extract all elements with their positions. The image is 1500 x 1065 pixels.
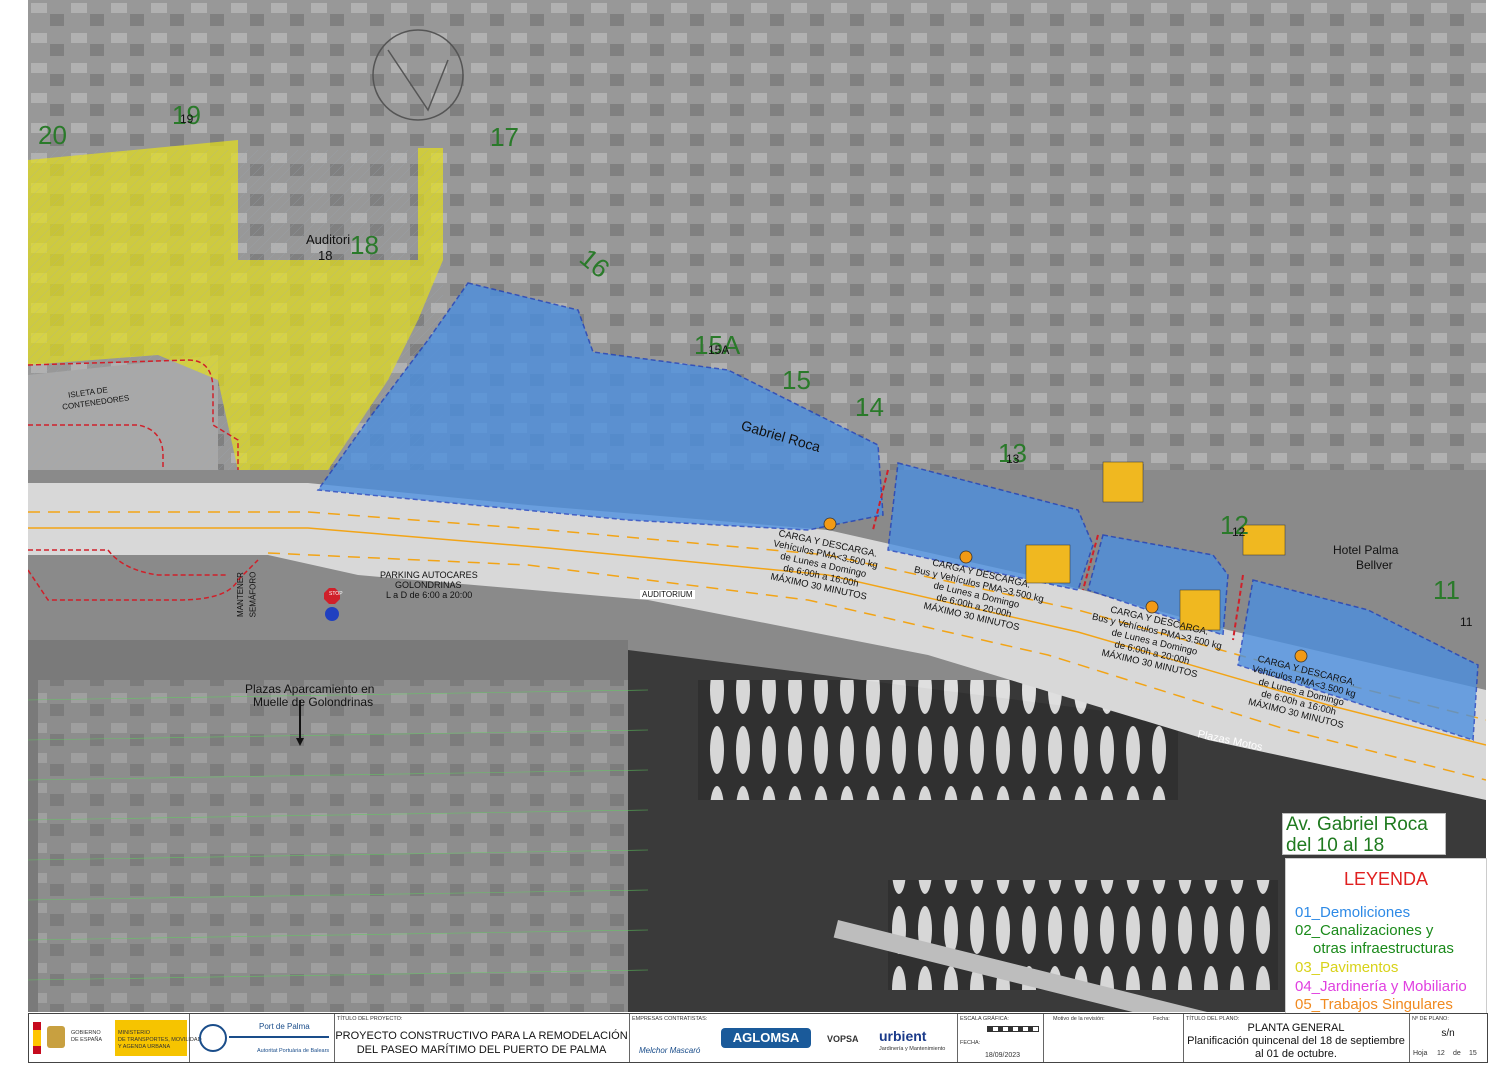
revision-cell: Motivo de la revisión: Fecha:: [1043, 1014, 1184, 1062]
gob-line-1: GOBIERNO: [71, 1030, 101, 1036]
street-name-line-1: Av. Gabriel Roca: [1286, 814, 1428, 835]
map-canvas: [28, 0, 1486, 1012]
label-semaforo-1: SEMÁFORO: [248, 571, 258, 618]
sheet-label: Hoja: [1413, 1050, 1428, 1057]
direction-sign-1: [1102, 461, 1144, 503]
port-logo-icon: [199, 1024, 227, 1052]
plan-title-line-3: al 01 de octubre.: [1255, 1048, 1337, 1060]
port-name: Port de Palma: [259, 1022, 310, 1031]
info-icon-3: [1145, 600, 1159, 614]
gov-cell: GOBIERNO DE ESPAÑA MINISTERIO DE TRANSPO…: [29, 1014, 202, 1062]
plan-number-value: s/n: [1441, 1028, 1455, 1039]
min-line-1: MINISTERIO: [118, 1030, 151, 1036]
contractor-vopsa: VOPSA: [827, 1034, 859, 1044]
legend-item-canalizaciones: 02_Canalizaciones y: [1295, 922, 1434, 939]
legend-item-pavimentos: 03_Pavimentos: [1295, 959, 1399, 976]
block-number-17: 17: [490, 122, 519, 152]
scale-bar: [987, 1026, 1039, 1032]
label-plazas-1: Plazas Aparcamiento en: [245, 682, 375, 696]
legend-item-jardineria: 04_Jardinería y Mobiliario: [1295, 978, 1467, 995]
label-stop: STOP: [329, 591, 343, 597]
info-icon-1: [823, 517, 837, 531]
legend: LEYENDA 01_Demoliciones 02_Canalizacione…: [1285, 858, 1487, 1014]
block-number-18: 18: [350, 230, 379, 260]
scale-cell: ESCALA GRÁFICA: FECHA: 18/09/2023: [957, 1014, 1044, 1062]
label-plazas-2: Muelle de Golondrinas: [253, 695, 374, 709]
contractors-cell: EMPRESAS CONTRATISTAS: Melchor Mascaró A…: [629, 1014, 958, 1062]
coat-of-arms-icon: [47, 1026, 65, 1048]
ministry-panel: MINISTERIO DE TRANSPORTES, MOVILIDAD Y A…: [115, 1020, 202, 1056]
contractor-urbient-sub: Jardinería y Mantenimiento: [879, 1046, 946, 1052]
revision-date-label: Fecha:: [1153, 1016, 1170, 1022]
label-semaforo-2: MANTENER: [235, 572, 245, 617]
spain-flag-icon: [33, 1022, 41, 1054]
block-sub-13: 13: [1006, 452, 1020, 466]
port-cell: Port de Palma Autoritat Portuària de Bal…: [189, 1014, 335, 1062]
dock-lots: [38, 680, 628, 1012]
legend-title: LEYENDA: [1343, 869, 1429, 889]
block-number-14: 14: [855, 392, 884, 422]
gob-line-2: DE ESPAÑA: [71, 1037, 103, 1043]
label-auditorium-sign: AUDITORIUM: [640, 590, 695, 599]
contractor-aglomsa: AGLOMSA: [721, 1028, 811, 1048]
direction-sign-4: [1242, 524, 1286, 556]
legend-item-demoliciones: 01_Demoliciones: [1295, 904, 1411, 921]
block-sub-12: 12: [1232, 525, 1246, 539]
info-icon-2: [959, 550, 973, 564]
direction-sign-2: [1025, 544, 1071, 584]
scale-label: ESCALA GRÁFICA:: [960, 1016, 1009, 1022]
port-sub: Autoritat Portuària de Balears: [257, 1048, 330, 1054]
label-parking-1: PARKING AUTOCARES: [380, 570, 478, 580]
contractor-melchor: Melchor Mascaró: [639, 1046, 701, 1055]
project-title-line-2: DEL PASEO MARÍTIMO DEL PUERTO DE PALMA: [356, 1044, 607, 1056]
block-number-11: 11: [1433, 575, 1460, 605]
date-label: FECHA:: [960, 1040, 981, 1046]
legend-item-singulares: 05_Trabajos Singulares: [1295, 996, 1453, 1013]
date-value: 18/09/2023: [985, 1052, 1021, 1059]
project-title-line-1: PROYECTO CONSTRUCTIVO PARA LA REMODELACI…: [335, 1030, 628, 1042]
sheet-number: 12: [1437, 1050, 1445, 1057]
label-parking-3: L a D de 6:00 a 20:00: [386, 590, 473, 600]
label-hotel-1: Hotel Palma: [1333, 543, 1399, 557]
sheet-total: 15: [1469, 1050, 1477, 1057]
block-number-15: 15: [782, 365, 811, 395]
block-sub-19: 19: [180, 112, 194, 126]
street-name-line-2: del 10 al 18: [1286, 835, 1385, 856]
contractors-label: EMPRESAS CONTRATISTAS:: [632, 1016, 708, 1022]
moored-boats-2: [888, 880, 1278, 990]
plan-cell: TÍTULO DEL PLANO: PLANTA GENERAL Planifi…: [1183, 1014, 1410, 1062]
block-sub-15a: 15A: [708, 343, 730, 357]
label-hotel-2: Bellver: [1356, 558, 1393, 572]
plan-number-cell: Nº DE PLANO: s/n Hoja 12 de 15: [1409, 1014, 1487, 1062]
label-parking-2: GOLONDRINAS: [395, 580, 462, 590]
plan-number-label: Nº DE PLANO:: [1412, 1016, 1449, 1022]
block-sub-11: 11: [1460, 615, 1473, 629]
project-cell: TÍTULO DEL PROYECTO: PROYECTO CONSTRUCTI…: [334, 1014, 630, 1062]
info-icon-4: [1294, 649, 1308, 663]
label-auditori-number: 18: [318, 248, 333, 263]
title-block: GOBIERNO DE ESPAÑA MINISTERIO DE TRANSPO…: [28, 1013, 1488, 1063]
min-line-3: Y AGENDA URBANA: [118, 1044, 171, 1050]
plan-title-line-2: Planificación quincenal del 18 de septie…: [1187, 1035, 1405, 1047]
sheet-of-label: de: [1453, 1050, 1461, 1057]
legend-item-infraestructuras: otras infraestructuras: [1313, 940, 1454, 957]
no-entry-icon: [325, 607, 339, 621]
street-name-box: Av. Gabriel Roca del 10 al 18: [1282, 813, 1446, 856]
revision-label: Motivo de la revisión:: [1053, 1016, 1105, 1022]
contractor-urbient: urbient: [879, 1028, 927, 1044]
port-wave-icon: [229, 1036, 329, 1038]
project-title-label: TÍTULO DEL PROYECTO:: [337, 1016, 403, 1022]
label-auditori: Auditori: [306, 232, 351, 247]
plan-title-line-1: PLANTA GENERAL: [1247, 1022, 1345, 1034]
block-number-20: 20: [38, 120, 67, 150]
